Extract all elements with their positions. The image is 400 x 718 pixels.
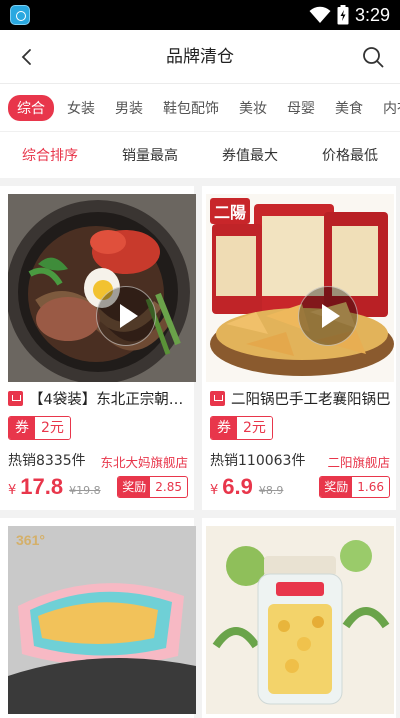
original-price: ¥19.8 [69,484,101,497]
price: 6.9 [222,474,253,499]
brand-mark: 361° [16,532,45,548]
play-video-icon[interactable] [96,286,156,346]
product-title[interactable]: 二阳锅巴手工老襄阳锅巴 [231,388,391,409]
status-time: 3:29 [354,4,390,25]
original-price: ¥8.9 [258,484,284,497]
tab-underwear[interactable]: 内衣 [376,95,400,121]
product-image[interactable] [206,526,394,714]
sort-default[interactable]: 综合排序 [0,145,100,165]
battery-charging-icon [337,5,349,25]
reward-badge: 奖励 2.85 [117,476,188,498]
coupon-badge: 券 2元 [8,416,71,440]
sales-count: 热销8335件 [8,453,86,469]
fruit-jar-image [206,526,394,714]
product-title[interactable]: 【4袋装】东北正宗朝鲜冷面 [29,388,194,409]
brand-sign: 二陽 [210,198,251,224]
price-row: ¥ 17.8 ¥19.8 [8,474,101,499]
back-button[interactable] [12,42,42,72]
app-header: 品牌清仓 [0,30,400,84]
search-button[interactable] [358,42,388,72]
store-name[interactable]: 二阳旗舰店 [327,452,390,471]
tab-all[interactable]: 综合 [8,94,54,121]
category-tabs: 综合 女装 男装 鞋包配饰 美妆 母婴 美食 内衣 [0,84,400,132]
product-card[interactable]: 【4袋装】东北正宗朝鲜冷面 券 2元 热销8335件 东北大妈旗舰店 ¥ 17.… [0,186,196,510]
product-card[interactable] [202,518,396,718]
price-row: ¥ 6.9 ¥8.9 [210,474,284,499]
tmall-icon [210,390,225,406]
store-name[interactable]: 东北大妈旗舰店 [100,452,188,471]
reward-badge: 奖励 1.66 [319,476,390,498]
chevron-left-icon [21,49,31,65]
play-video-icon[interactable] [298,286,358,346]
sort-bar: 综合排序 销量最高 券值最大 价格最低 [0,132,400,178]
product-card[interactable]: 二陽 二阳锅巴手工老襄阳锅巴 券 2元 热销110063件 二阳旗舰店 ¥ 6.… [202,186,396,510]
product-image[interactable]: 二陽 [206,194,394,382]
sort-coupon[interactable]: 券值最大 [200,145,300,165]
price: 17.8 [20,474,64,499]
product-image[interactable] [8,194,196,382]
tab-womens[interactable]: 女装 [60,95,102,121]
sort-price[interactable]: 价格最低 [300,145,400,165]
search-icon [363,47,384,68]
sort-sales[interactable]: 销量最高 [100,145,200,165]
tab-mens[interactable]: 男装 [108,95,150,121]
tab-shoes-bags[interactable]: 鞋包配饰 [156,95,226,121]
wifi-icon [309,6,331,23]
coupon-badge: 券 2元 [210,416,273,440]
sales-count: 热销110063件 [210,453,306,469]
app-badge-icon [10,5,30,25]
tmall-icon [8,390,23,406]
product-card[interactable]: 361° [0,518,196,718]
tab-mother-baby[interactable]: 母婴 [280,95,322,121]
noodle-bowl-image [8,194,196,382]
tab-beauty[interactable]: 美妆 [232,95,274,121]
status-bar: 3:29 [0,0,400,30]
swim-goggles-image [8,526,196,714]
page-title: 品牌清仓 [166,47,234,67]
product-image[interactable]: 361° [8,526,196,714]
tab-food[interactable]: 美食 [328,95,370,121]
